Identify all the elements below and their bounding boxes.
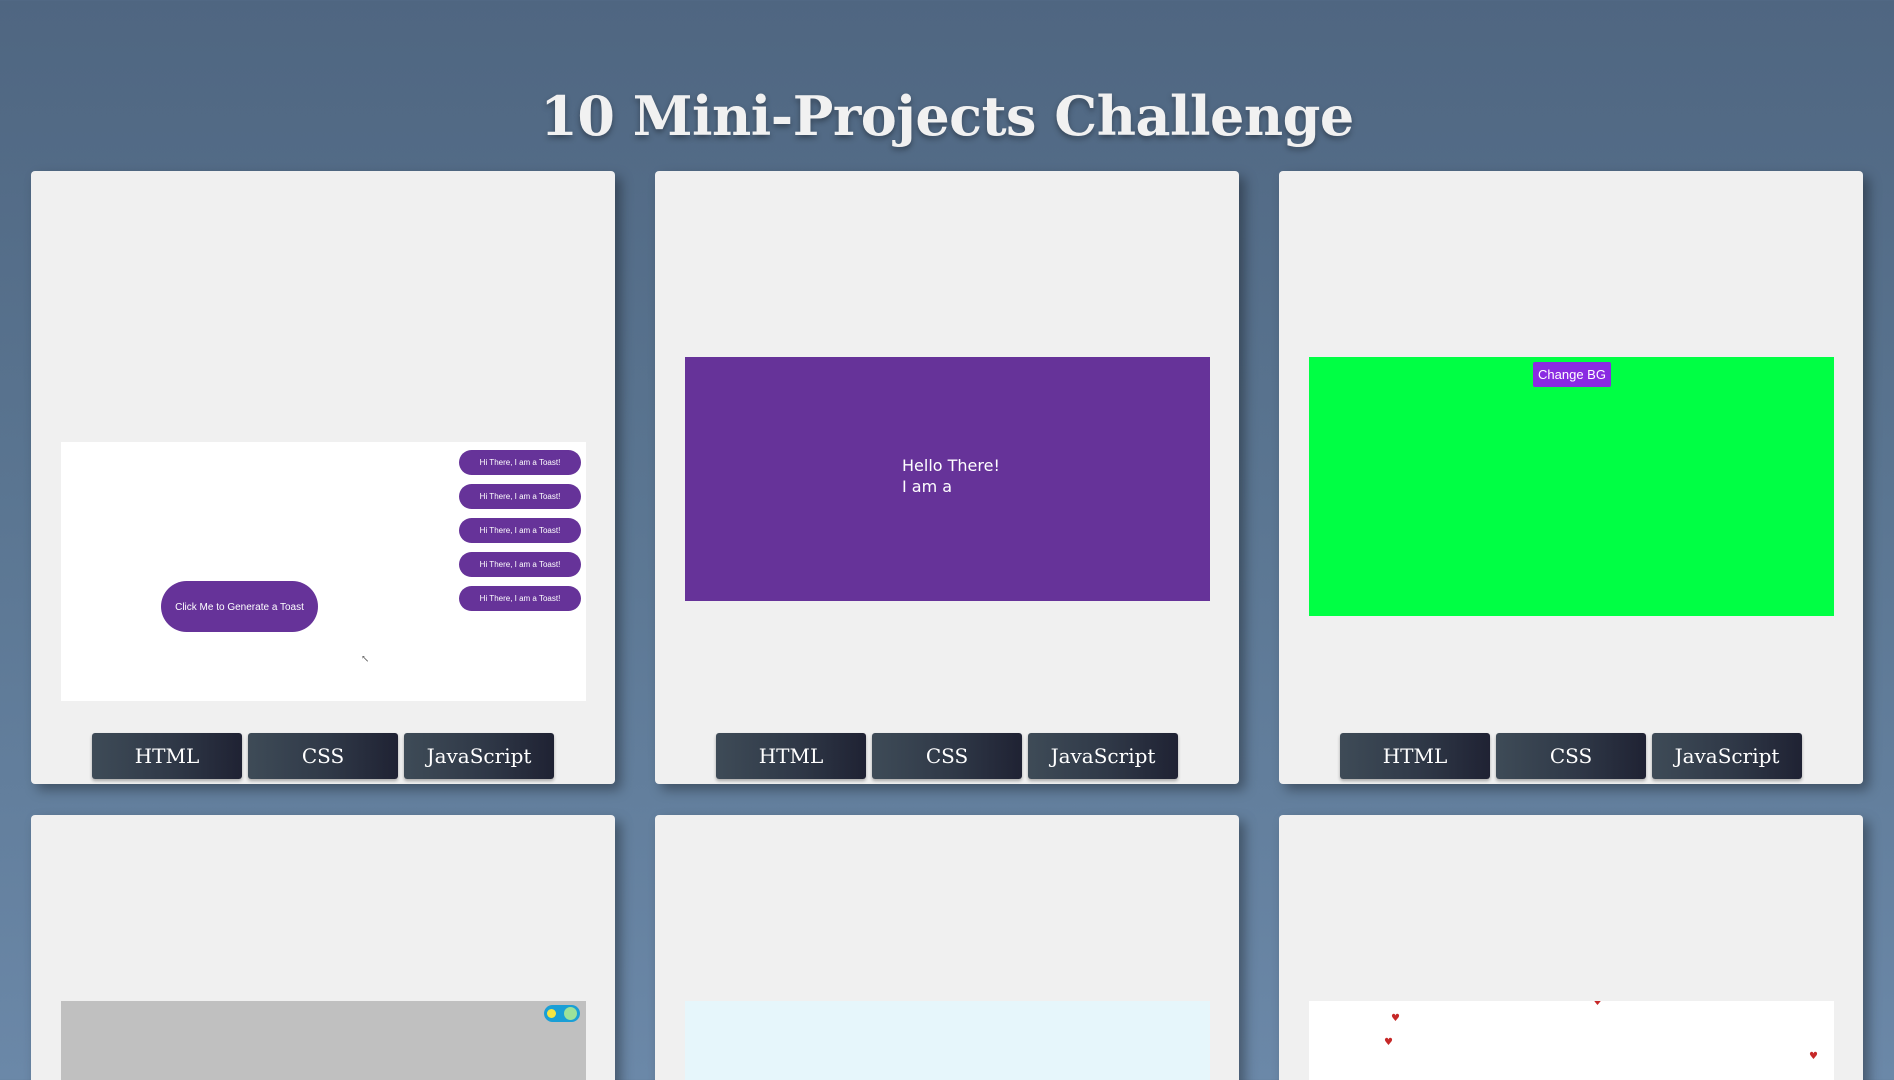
project-card-5 bbox=[655, 815, 1239, 1080]
typing-line-2: I am a bbox=[902, 477, 953, 496]
css-button[interactable]: CSS bbox=[248, 733, 398, 779]
generate-toast-button[interactable]: Click Me to Generate a Toast bbox=[161, 581, 318, 632]
project-preview-hearts: ♥ ♥ ♥ ♥ bbox=[1309, 1001, 1834, 1080]
heart-icon: ♥ bbox=[1391, 1013, 1400, 1024]
toggle-switch[interactable] bbox=[544, 1005, 580, 1022]
javascript-button[interactable]: JavaScript bbox=[1652, 733, 1802, 779]
project-card-typing: Hello There! I am a HTML CSS JavaScript bbox=[655, 171, 1239, 784]
typing-line-1: Hello There! bbox=[902, 456, 1000, 475]
toggle-knob bbox=[564, 1007, 577, 1020]
project-card-toast: Hi There, I am a Toast! Hi There, I am a… bbox=[31, 171, 615, 784]
javascript-button[interactable]: JavaScript bbox=[404, 733, 554, 779]
css-button[interactable]: CSS bbox=[1496, 733, 1646, 779]
heart-icon: ♥ bbox=[1593, 1001, 1602, 1008]
code-buttons: HTML CSS JavaScript bbox=[92, 733, 554, 779]
toast-notification: Hi There, I am a Toast! bbox=[459, 450, 581, 475]
code-buttons: HTML CSS JavaScript bbox=[1340, 733, 1802, 779]
project-card-dark-mode bbox=[31, 815, 615, 1080]
project-preview-change-bg: Change BG bbox=[1309, 357, 1834, 616]
heart-icon: ♥ bbox=[1809, 1051, 1818, 1062]
heart-icon: ♥ bbox=[1384, 1037, 1393, 1048]
project-preview-5 bbox=[685, 1001, 1210, 1080]
sun-icon bbox=[547, 1009, 556, 1018]
css-button[interactable]: CSS bbox=[872, 733, 1022, 779]
code-buttons: HTML CSS JavaScript bbox=[716, 733, 1178, 779]
project-preview-toast: Hi There, I am a Toast! Hi There, I am a… bbox=[61, 442, 586, 701]
typing-text: Hello There! I am a bbox=[902, 455, 1000, 497]
html-button[interactable]: HTML bbox=[716, 733, 866, 779]
toast-notification: Hi There, I am a Toast! bbox=[459, 484, 581, 509]
html-button[interactable]: HTML bbox=[92, 733, 242, 779]
cursor-icon: ↖ bbox=[361, 654, 370, 665]
toast-notification: Hi There, I am a Toast! bbox=[459, 518, 581, 543]
project-preview-dark-mode bbox=[61, 1001, 586, 1080]
change-bg-button[interactable]: Change BG bbox=[1533, 362, 1611, 387]
project-card-hearts: ♥ ♥ ♥ ♥ bbox=[1279, 815, 1863, 1080]
toast-notification: Hi There, I am a Toast! bbox=[459, 586, 581, 611]
project-card-change-bg: Change BG HTML CSS JavaScript bbox=[1279, 171, 1863, 784]
project-preview-typing: Hello There! I am a bbox=[685, 357, 1210, 601]
toast-notification: Hi There, I am a Toast! bbox=[459, 552, 581, 577]
page-title: 10 Mini-Projects Challenge bbox=[540, 84, 1354, 149]
html-button[interactable]: HTML bbox=[1340, 733, 1490, 779]
javascript-button[interactable]: JavaScript bbox=[1028, 733, 1178, 779]
